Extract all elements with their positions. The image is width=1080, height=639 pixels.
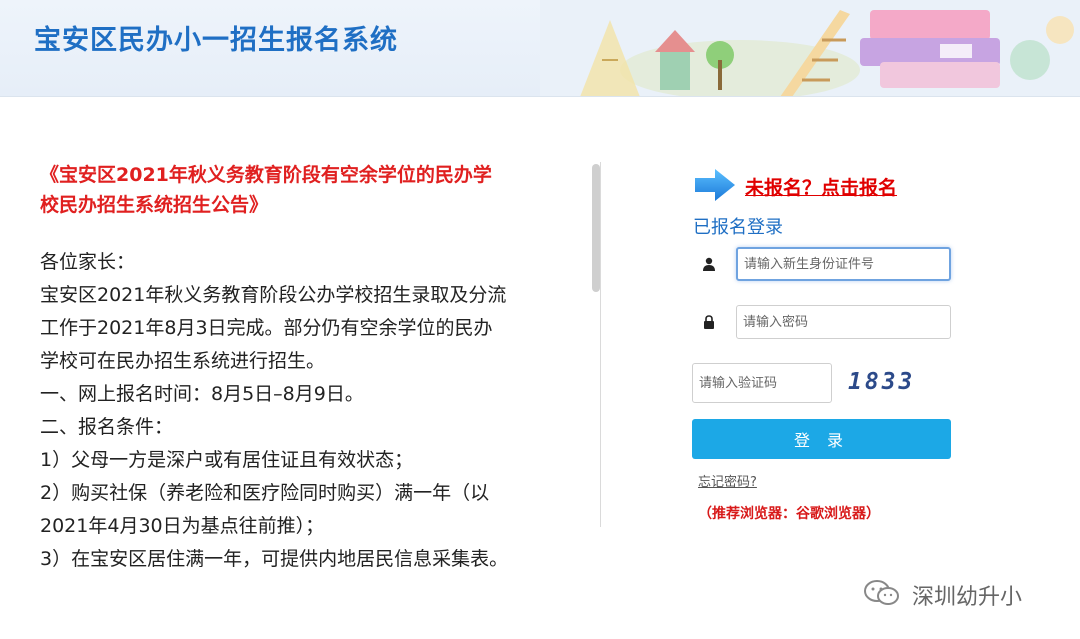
scrollbar-thumb[interactable] <box>592 164 600 292</box>
lock-icon <box>692 305 726 339</box>
captcha-image[interactable]: 1833 <box>848 369 915 395</box>
login-button[interactable]: 登 录 <box>692 419 951 459</box>
id-number-row <box>692 247 952 281</box>
watermark: 深圳幼升小 <box>862 576 1062 612</box>
announcement-paragraph: 二、报名条件： <box>40 416 174 438</box>
announcement-paragraph: 2）购买社保（养老险和医疗险同时购买）满一年（以2021年4月30日为基点往前推… <box>40 482 490 537</box>
login-heading: 已报名登录 <box>693 217 783 238</box>
announcement-paragraph: 一、网上报名时间：8月5日–8月9日。 <box>40 383 364 405</box>
announcement-paragraph: 1）父母一方是深户或有居住证且有效状态； <box>40 449 414 471</box>
register-link[interactable]: 未报名？点击报名 <box>745 173 897 200</box>
forgot-password-link[interactable]: 忘记密码? <box>698 471 757 490</box>
page-header: 宝安区民办小一招生报名系统 <box>0 0 1080 97</box>
announcement-paragraph: 3）在宝安区居住满一年，可提供内地居民信息采集表。 <box>40 548 509 570</box>
announcement-body: 各位家长： 宝安区2021年秋义务教育阶段公办学校招生录取及分流工作于2021年… <box>40 246 510 576</box>
announcement-title[interactable]: 《宝安区2021年秋义务教育阶段有空余学位的民办学校民办招生系统招生公告》 <box>40 160 510 220</box>
announcement-greeting: 各位家长： <box>40 251 136 273</box>
system-title: 宝安区民办小一招生报名系统 <box>34 25 398 56</box>
announcement-scrollbar[interactable] <box>590 162 602 527</box>
browser-recommendation: （推荐浏览器：谷歌浏览器） <box>698 506 880 522</box>
captcha-input[interactable] <box>692 363 832 403</box>
scrollbar-track <box>600 162 601 527</box>
arrow-right-icon <box>695 169 735 201</box>
register-row: 未报名？点击报名 <box>693 167 953 203</box>
password-input[interactable] <box>736 305 951 339</box>
password-row <box>692 305 952 339</box>
user-icon <box>692 247 726 281</box>
watermark-text: 深圳幼升小 <box>912 585 1023 610</box>
header-illustration <box>540 0 1080 96</box>
login-panel: 未报名？点击报名 已报名登录 1833 登 录 忘记密码? （推荐浏览器：谷歌浏… <box>688 165 968 535</box>
announcement-panel: 《宝安区2021年秋义务教育阶段有空余学位的民办学校民办招生系统招生公告》 各位… <box>40 160 580 620</box>
id-number-input[interactable] <box>736 247 951 281</box>
wechat-icon <box>864 580 899 605</box>
announcement-paragraph: 宝安区2021年秋义务教育阶段公办学校招生录取及分流工作于2021年8月3日完成… <box>40 284 507 372</box>
